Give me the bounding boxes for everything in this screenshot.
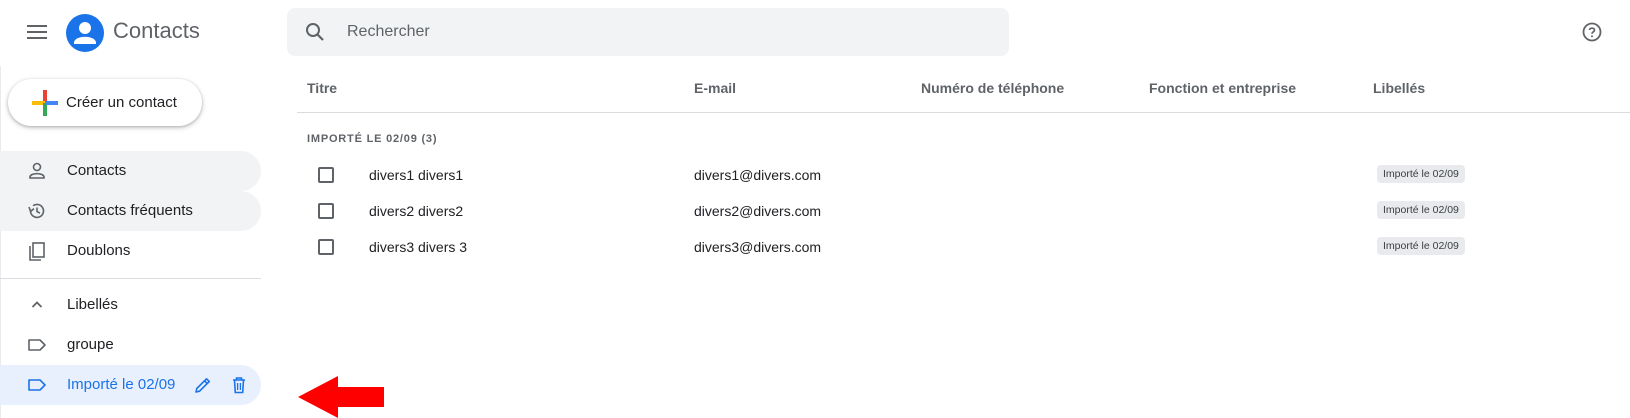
sidebar-item-contacts[interactable]: Contacts — [0, 151, 261, 191]
table-row[interactable]: divers1 divers1 divers1@divers.com Impor… — [297, 158, 1630, 194]
edit-icon[interactable] — [192, 374, 214, 396]
sidebar-label-imported[interactable]: Importé le 02/09 — [0, 365, 261, 405]
contact-name: divers1 divers1 — [369, 167, 464, 183]
sidebar-item-label: Contacts — [67, 162, 127, 179]
menu-icon — [27, 25, 47, 39]
sidebar-item-label: Doublons — [67, 242, 131, 259]
column-header-title[interactable]: Titre — [307, 80, 337, 96]
row-checkbox[interactable] — [318, 167, 334, 183]
history-icon — [28, 203, 45, 219]
create-contact-button[interactable]: Créer un contact — [8, 79, 202, 126]
column-header-company[interactable]: Fonction et entreprise — [1149, 80, 1296, 96]
column-header-email[interactable]: E-mail — [694, 80, 736, 96]
person-icon — [29, 162, 45, 179]
delete-icon[interactable] — [228, 374, 250, 396]
plus-icon — [32, 90, 58, 116]
search-input[interactable] — [347, 8, 987, 56]
column-header-labels[interactable]: Libellés — [1373, 80, 1425, 96]
sidebar-divider — [0, 278, 261, 279]
contact-name: divers3 divers 3 — [369, 239, 468, 255]
contact-email: divers3@divers.com — [694, 239, 822, 255]
help-circle-icon[interactable] — [1580, 20, 1604, 44]
top-bar: Contacts — [0, 0, 1630, 66]
chevron-up-icon — [31, 301, 43, 308]
sidebar-label-groupe[interactable]: groupe — [0, 325, 261, 365]
menu-button[interactable] — [20, 17, 54, 47]
create-contact-label: Créer un contact — [66, 94, 177, 111]
copy-icon — [29, 242, 45, 261]
contact-name: divers2 divers2 — [369, 203, 464, 219]
label-chip: Importé le 02/09 — [1377, 201, 1465, 219]
row-checkbox[interactable] — [318, 239, 334, 255]
search-icon[interactable] — [303, 20, 327, 44]
group-title: IMPORTÉ LE 02/09 (3) — [307, 133, 438, 145]
sidebar-label-text: groupe — [67, 336, 114, 353]
label-icon — [28, 339, 46, 351]
annotation-arrow-icon — [298, 376, 384, 418]
app-title[interactable]: Contacts — [113, 18, 200, 44]
labels-section-toggle[interactable]: Libellés — [0, 285, 261, 325]
label-chip: Importé le 02/09 — [1377, 237, 1465, 255]
label-chip: Importé le 02/09 — [1377, 165, 1465, 183]
sidebar-item-label: Contacts fréquents — [67, 202, 193, 219]
row-checkbox[interactable] — [318, 203, 334, 219]
sidebar-item-duplicates[interactable]: Doublons — [0, 231, 261, 271]
sidebar-label-text: Importé le 02/09 — [67, 376, 176, 393]
table-row[interactable]: divers3 divers 3 divers3@divers.com Impo… — [297, 230, 1630, 266]
contact-email: divers2@divers.com — [694, 203, 822, 219]
column-header-phone[interactable]: Numéro de téléphone — [921, 80, 1064, 96]
labels-section-title: Libellés — [67, 296, 118, 313]
table-row[interactable]: divers2 divers2 divers2@divers.com Impor… — [297, 194, 1630, 230]
header-divider — [297, 112, 1630, 113]
person-circle-icon[interactable] — [66, 14, 104, 52]
search-bar[interactable] — [287, 8, 1009, 56]
sidebar-item-frequent[interactable]: Contacts fréquents — [0, 191, 261, 231]
contact-email: divers1@divers.com — [694, 167, 822, 183]
label-icon — [28, 379, 46, 391]
